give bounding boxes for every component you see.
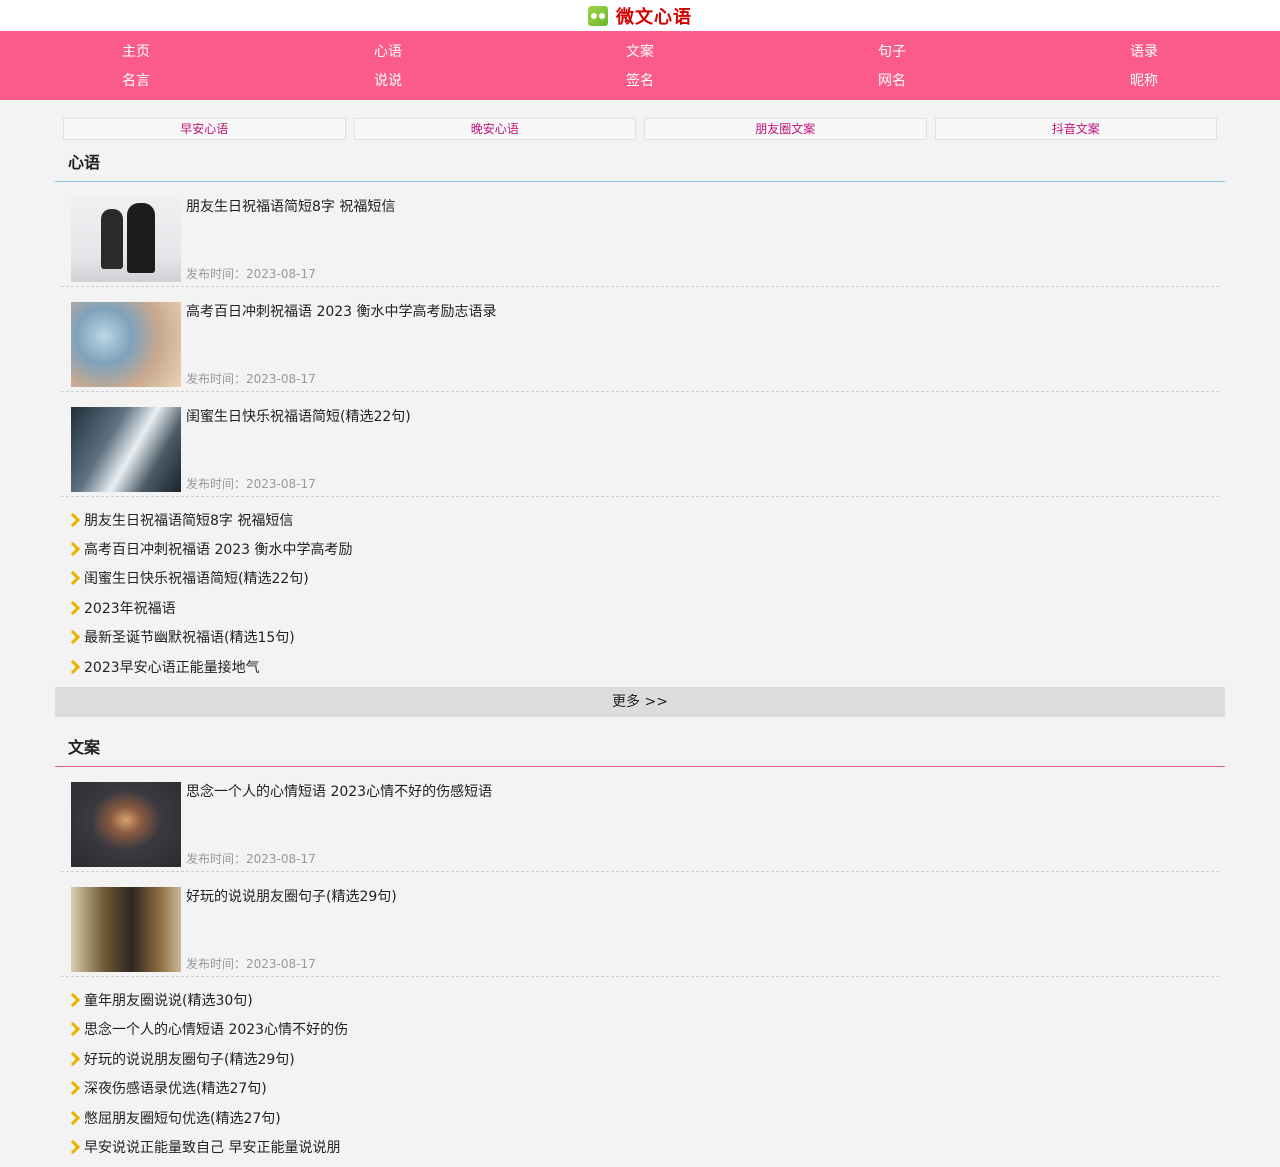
subnav-morning[interactable]: 早安心语 [63,118,346,140]
list-item-link[interactable]: 高考百日冲刺祝福语 2023 衡水中学高考励 [84,539,353,559]
sub-nav: 早安心语 晚安心语 朋友圈文案 抖音文案 [55,100,1225,140]
chevron-right-icon [68,1111,78,1125]
article-item[interactable]: 高考百日冲刺祝福语 2023 衡水中学高考励志语录 发布时间：2023-08-1… [61,287,1219,392]
article-item[interactable]: 朋友生日祝福语简短8字 祝福短信 发布时间：2023-08-17 [61,182,1219,287]
article-date: 发布时间：2023-08-17 [186,852,316,867]
nav-item-home[interactable]: 主页 [10,38,262,67]
site-header: 微文心语 [0,0,1280,31]
list-item-link[interactable]: 最新圣诞节幽默祝福语(精选15句) [84,627,295,647]
subnav-night[interactable]: 晚安心语 [353,118,636,140]
article-list: 思念一个人的心情短语 2023心情不好的伤感短语 发布时间：2023-08-17… [55,767,1225,978]
main-nav: 主页 心语 文案 句子 语录 名言 说说 签名 网名 昵称 [0,31,1280,100]
list-item[interactable]: 深夜伤感语录优选(精选27句) [68,1074,1225,1103]
article-body: 高考百日冲刺祝福语 2023 衡水中学高考励志语录 发布时间：2023-08-1… [181,302,1209,387]
list-item-link[interactable]: 思念一个人的心情短语 2023心情不好的伤 [84,1019,348,1039]
article-date: 发布时间：2023-08-17 [186,372,316,386]
chevron-right-icon [68,542,78,556]
article-list: 朋友生日祝福语简短8字 祝福短信 发布时间：2023-08-17 高考百日冲刺祝… [55,182,1225,497]
article-title[interactable]: 朋友生日祝福语简短8字 祝福短信 [186,199,395,215]
list-item[interactable]: 闺蜜生日快乐祝福语简短(精选22句) [68,564,1225,593]
subnav-moments[interactable]: 朋友圈文案 [644,118,927,140]
article-thumbnail[interactable] [71,197,181,282]
article-thumbnail[interactable] [71,407,181,492]
chevron-right-icon [68,660,78,674]
list-item-link[interactable]: 闺蜜生日快乐祝福语简短(精选22句) [84,568,309,588]
section-title: 文案 [55,725,1225,768]
nav-item-yulu[interactable]: 语录 [1018,38,1270,67]
article-body: 思念一个人的心情短语 2023心情不好的伤感短语 发布时间：2023-08-17 [181,782,1209,867]
list-item-link[interactable]: 2023年祝福语 [84,598,176,618]
article-title[interactable]: 高考百日冲刺祝福语 2023 衡水中学高考励志语录 [186,304,497,320]
list-item-link[interactable]: 朋友生日祝福语简短8字 祝福短信 [84,510,293,530]
chevron-right-icon [68,1140,78,1154]
chevron-right-icon [68,513,78,527]
section-wenan: 文案 思念一个人的心情短语 2023心情不好的伤感短语 发布时间：2023-08… [55,725,1225,1165]
chevron-right-icon [68,630,78,644]
article-body: 好玩的说说朋友圈句子(精选29句) 发布时间：2023-08-17 [181,887,1209,972]
nav-item-nicheng[interactable]: 昵称 [1018,67,1270,96]
article-body: 朋友生日祝福语简短8字 祝福短信 发布时间：2023-08-17 [181,197,1209,282]
site-logo-title[interactable]: 微文心语 [616,3,692,29]
list-item[interactable]: 2023早安心语正能量接地气 [68,652,1225,681]
chevron-right-icon [68,601,78,615]
section-xinyu: 心语 朋友生日祝福语简短8字 祝福短信 发布时间：2023-08-17 高考百日… [55,140,1225,718]
chevron-right-icon [68,993,78,1007]
content-wrapper: 早安心语 晚安心语 朋友圈文案 抖音文案 心语 朋友生日祝福语简短8字 祝福短信… [55,100,1225,1166]
article-body: 闺蜜生日快乐祝福语简短(精选22句) 发布时间：2023-08-17 [181,407,1209,492]
nav-item-juzi[interactable]: 句子 [766,38,1018,67]
article-item[interactable]: 闺蜜生日快乐祝福语简短(精选22句) 发布时间：2023-08-17 [61,392,1219,497]
list-item-link[interactable]: 2023早安心语正能量接地气 [84,657,260,677]
list-item[interactable]: 思念一个人的心情短语 2023心情不好的伤 [68,1015,1225,1044]
article-date: 发布时间：2023-08-17 [186,957,316,972]
list-item[interactable]: 好玩的说说朋友圈句子(精选29句) [68,1044,1225,1073]
article-thumbnail[interactable] [71,887,181,973]
article-date: 发布时间：2023-08-17 [186,477,316,491]
section-title: 心语 [55,140,1225,182]
flower-icon [588,5,608,26]
chevron-right-icon [68,1022,78,1036]
article-item[interactable]: 思念一个人的心情短语 2023心情不好的伤感短语 发布时间：2023-08-17 [61,767,1219,873]
link-list: 童年朋友圈说说(精选30句) 思念一个人的心情短语 2023心情不好的伤 好玩的… [55,977,1225,1165]
list-item[interactable]: 朋友生日祝福语简短8字 祝福短信 [68,505,1225,534]
article-date: 发布时间：2023-08-17 [186,267,316,281]
article-item[interactable]: 好玩的说说朋友圈句子(精选29句) 发布时间：2023-08-17 [61,872,1219,978]
list-item[interactable]: 高考百日冲刺祝福语 2023 衡水中学高考励 [68,534,1225,563]
nav-item-wangming[interactable]: 网名 [766,67,1018,96]
list-item[interactable]: 2023年祝福语 [68,593,1225,622]
article-title[interactable]: 好玩的说说朋友圈句子(精选29句) [186,889,397,905]
subnav-douyin[interactable]: 抖音文案 [934,118,1217,140]
article-title[interactable]: 闺蜜生日快乐祝福语简短(精选22句) [186,409,411,425]
article-thumbnail[interactable] [71,302,181,387]
list-item[interactable]: 早安说说正能量致自己 早安正能量说说朋 [68,1132,1225,1161]
link-list: 朋友生日祝福语简短8字 祝福短信 高考百日冲刺祝福语 2023 衡水中学高考励 … [55,497,1225,685]
list-item-link[interactable]: 深夜伤感语录优选(精选27句) [84,1078,267,1098]
article-title[interactable]: 思念一个人的心情短语 2023心情不好的伤感短语 [186,784,492,800]
chevron-right-icon [68,1052,78,1066]
list-item-link[interactable]: 早安说说正能量致自己 早安正能量说说朋 [84,1137,340,1157]
list-item[interactable]: 最新圣诞节幽默祝福语(精选15句) [68,623,1225,652]
list-item[interactable]: 童年朋友圈说说(精选30句) [68,985,1225,1014]
list-item-link[interactable]: 童年朋友圈说说(精选30句) [84,990,253,1010]
list-item-link[interactable]: 憋屈朋友圈短句优选(精选27句) [84,1108,281,1128]
nav-item-shuoshuo[interactable]: 说说 [262,67,514,96]
chevron-right-icon [68,1081,78,1095]
nav-item-mingyan[interactable]: 名言 [10,67,262,96]
article-thumbnail[interactable] [71,782,181,868]
list-item-link[interactable]: 好玩的说说朋友圈句子(精选29句) [84,1049,295,1069]
list-item[interactable]: 憋屈朋友圈短句优选(精选27句) [68,1103,1225,1132]
nav-item-qianming[interactable]: 签名 [514,67,766,96]
nav-item-xinyu[interactable]: 心语 [262,38,514,67]
more-button[interactable]: 更多 >> [55,687,1225,718]
nav-item-wenan[interactable]: 文案 [514,38,766,67]
chevron-right-icon [68,571,78,585]
